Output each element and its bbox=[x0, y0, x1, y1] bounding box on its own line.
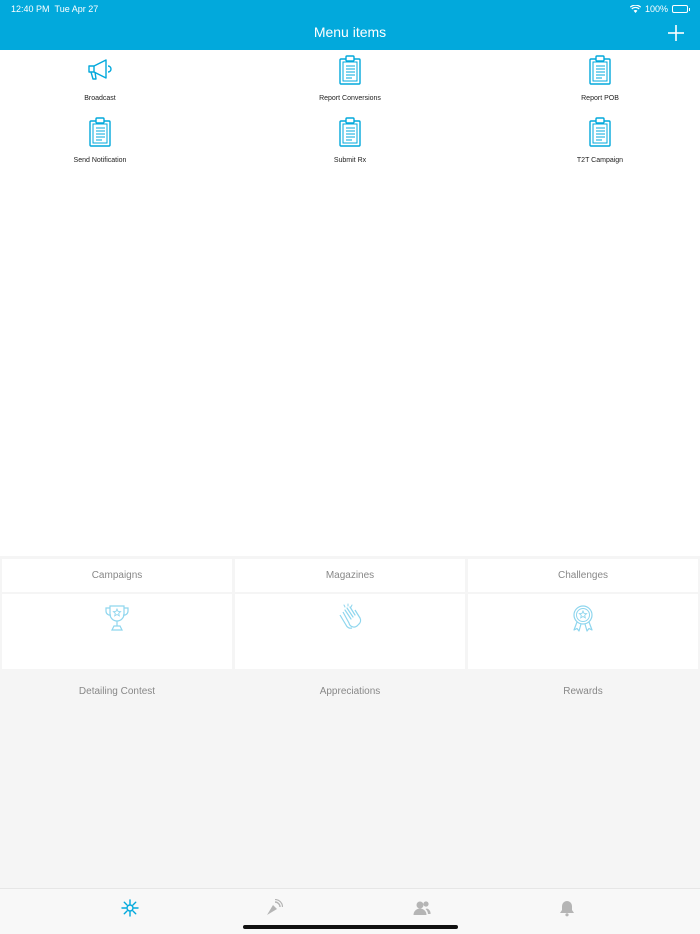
megaphone-icon bbox=[88, 59, 112, 80]
status-indicators: 100% bbox=[629, 4, 690, 14]
clipboard-icon bbox=[589, 55, 611, 85]
magazines-tab[interactable]: Magazines bbox=[235, 559, 465, 592]
campaigns-tab[interactable]: Campaigns bbox=[2, 559, 232, 592]
menu-item-label: Broadcast bbox=[84, 95, 116, 102]
clipboard-icon bbox=[589, 117, 611, 147]
clapping-hands-icon bbox=[339, 603, 362, 629]
status-date-text: Tue Apr 27 bbox=[54, 4, 99, 14]
status-time: 12:40 PM Tue Apr 27 bbox=[11, 4, 98, 14]
status-bar: 12:40 PM Tue Apr 27 100% bbox=[0, 0, 700, 18]
users-icon[interactable] bbox=[413, 899, 431, 917]
menu-items-grid: Broadcast Report Conversions Report POB bbox=[0, 50, 700, 174]
clipboard-icon bbox=[339, 55, 361, 85]
menu-item-send-notification[interactable]: Send Notification bbox=[0, 112, 200, 172]
page-title: Menu items bbox=[313, 24, 387, 40]
menu-item-label: T2T Campaign bbox=[576, 157, 624, 164]
menu-item-label: Send Notification bbox=[73, 157, 127, 164]
clipboard-icon bbox=[89, 117, 111, 147]
home-indicator bbox=[243, 925, 458, 929]
battery-icon bbox=[672, 5, 690, 13]
bell-icon[interactable] bbox=[558, 899, 576, 917]
engagement-section: Campaigns Magazines Challenges Detailing… bbox=[0, 556, 700, 888]
menu-item-submit-rx[interactable]: Submit Rx bbox=[250, 112, 450, 172]
status-time-text: 12:40 PM bbox=[11, 4, 50, 14]
battery-percent: 100% bbox=[644, 4, 668, 14]
menu-item-broadcast[interactable]: Broadcast bbox=[0, 50, 200, 110]
bottom-tab-bar bbox=[0, 888, 700, 934]
clipboard-icon bbox=[339, 117, 361, 147]
menu-item-label: Submit Rx bbox=[333, 157, 367, 164]
challenges-tab[interactable]: Challenges bbox=[468, 559, 698, 592]
navigation-header: 12:40 PM Tue Apr 27 100% Menu items bbox=[0, 0, 700, 50]
appreciations-card[interactable]: Appreciations bbox=[235, 594, 465, 697]
trophy-icon bbox=[105, 605, 129, 631]
menu-item-label: Report Conversions bbox=[319, 95, 381, 102]
rewards-card[interactable]: Rewards bbox=[468, 594, 698, 697]
medal-icon bbox=[573, 605, 593, 632]
broadcast-signal-icon[interactable] bbox=[265, 899, 283, 917]
menu-item-t2t-campaign[interactable]: T2T Campaign bbox=[500, 112, 700, 172]
detailing-contest-card[interactable]: Detailing Contest bbox=[2, 594, 232, 697]
card-label: Appreciations bbox=[319, 686, 381, 697]
menu-item-report-pob[interactable]: Report POB bbox=[500, 50, 700, 110]
card-label: Detailing Contest bbox=[78, 686, 156, 697]
menu-item-report-conversions[interactable]: Report Conversions bbox=[250, 50, 450, 110]
plus-icon[interactable] bbox=[666, 23, 686, 43]
card-label: Rewards bbox=[563, 686, 603, 697]
wifi-icon bbox=[629, 5, 641, 13]
menu-item-label: Report POB bbox=[581, 95, 619, 102]
snowflake-gear-icon[interactable] bbox=[121, 899, 139, 917]
